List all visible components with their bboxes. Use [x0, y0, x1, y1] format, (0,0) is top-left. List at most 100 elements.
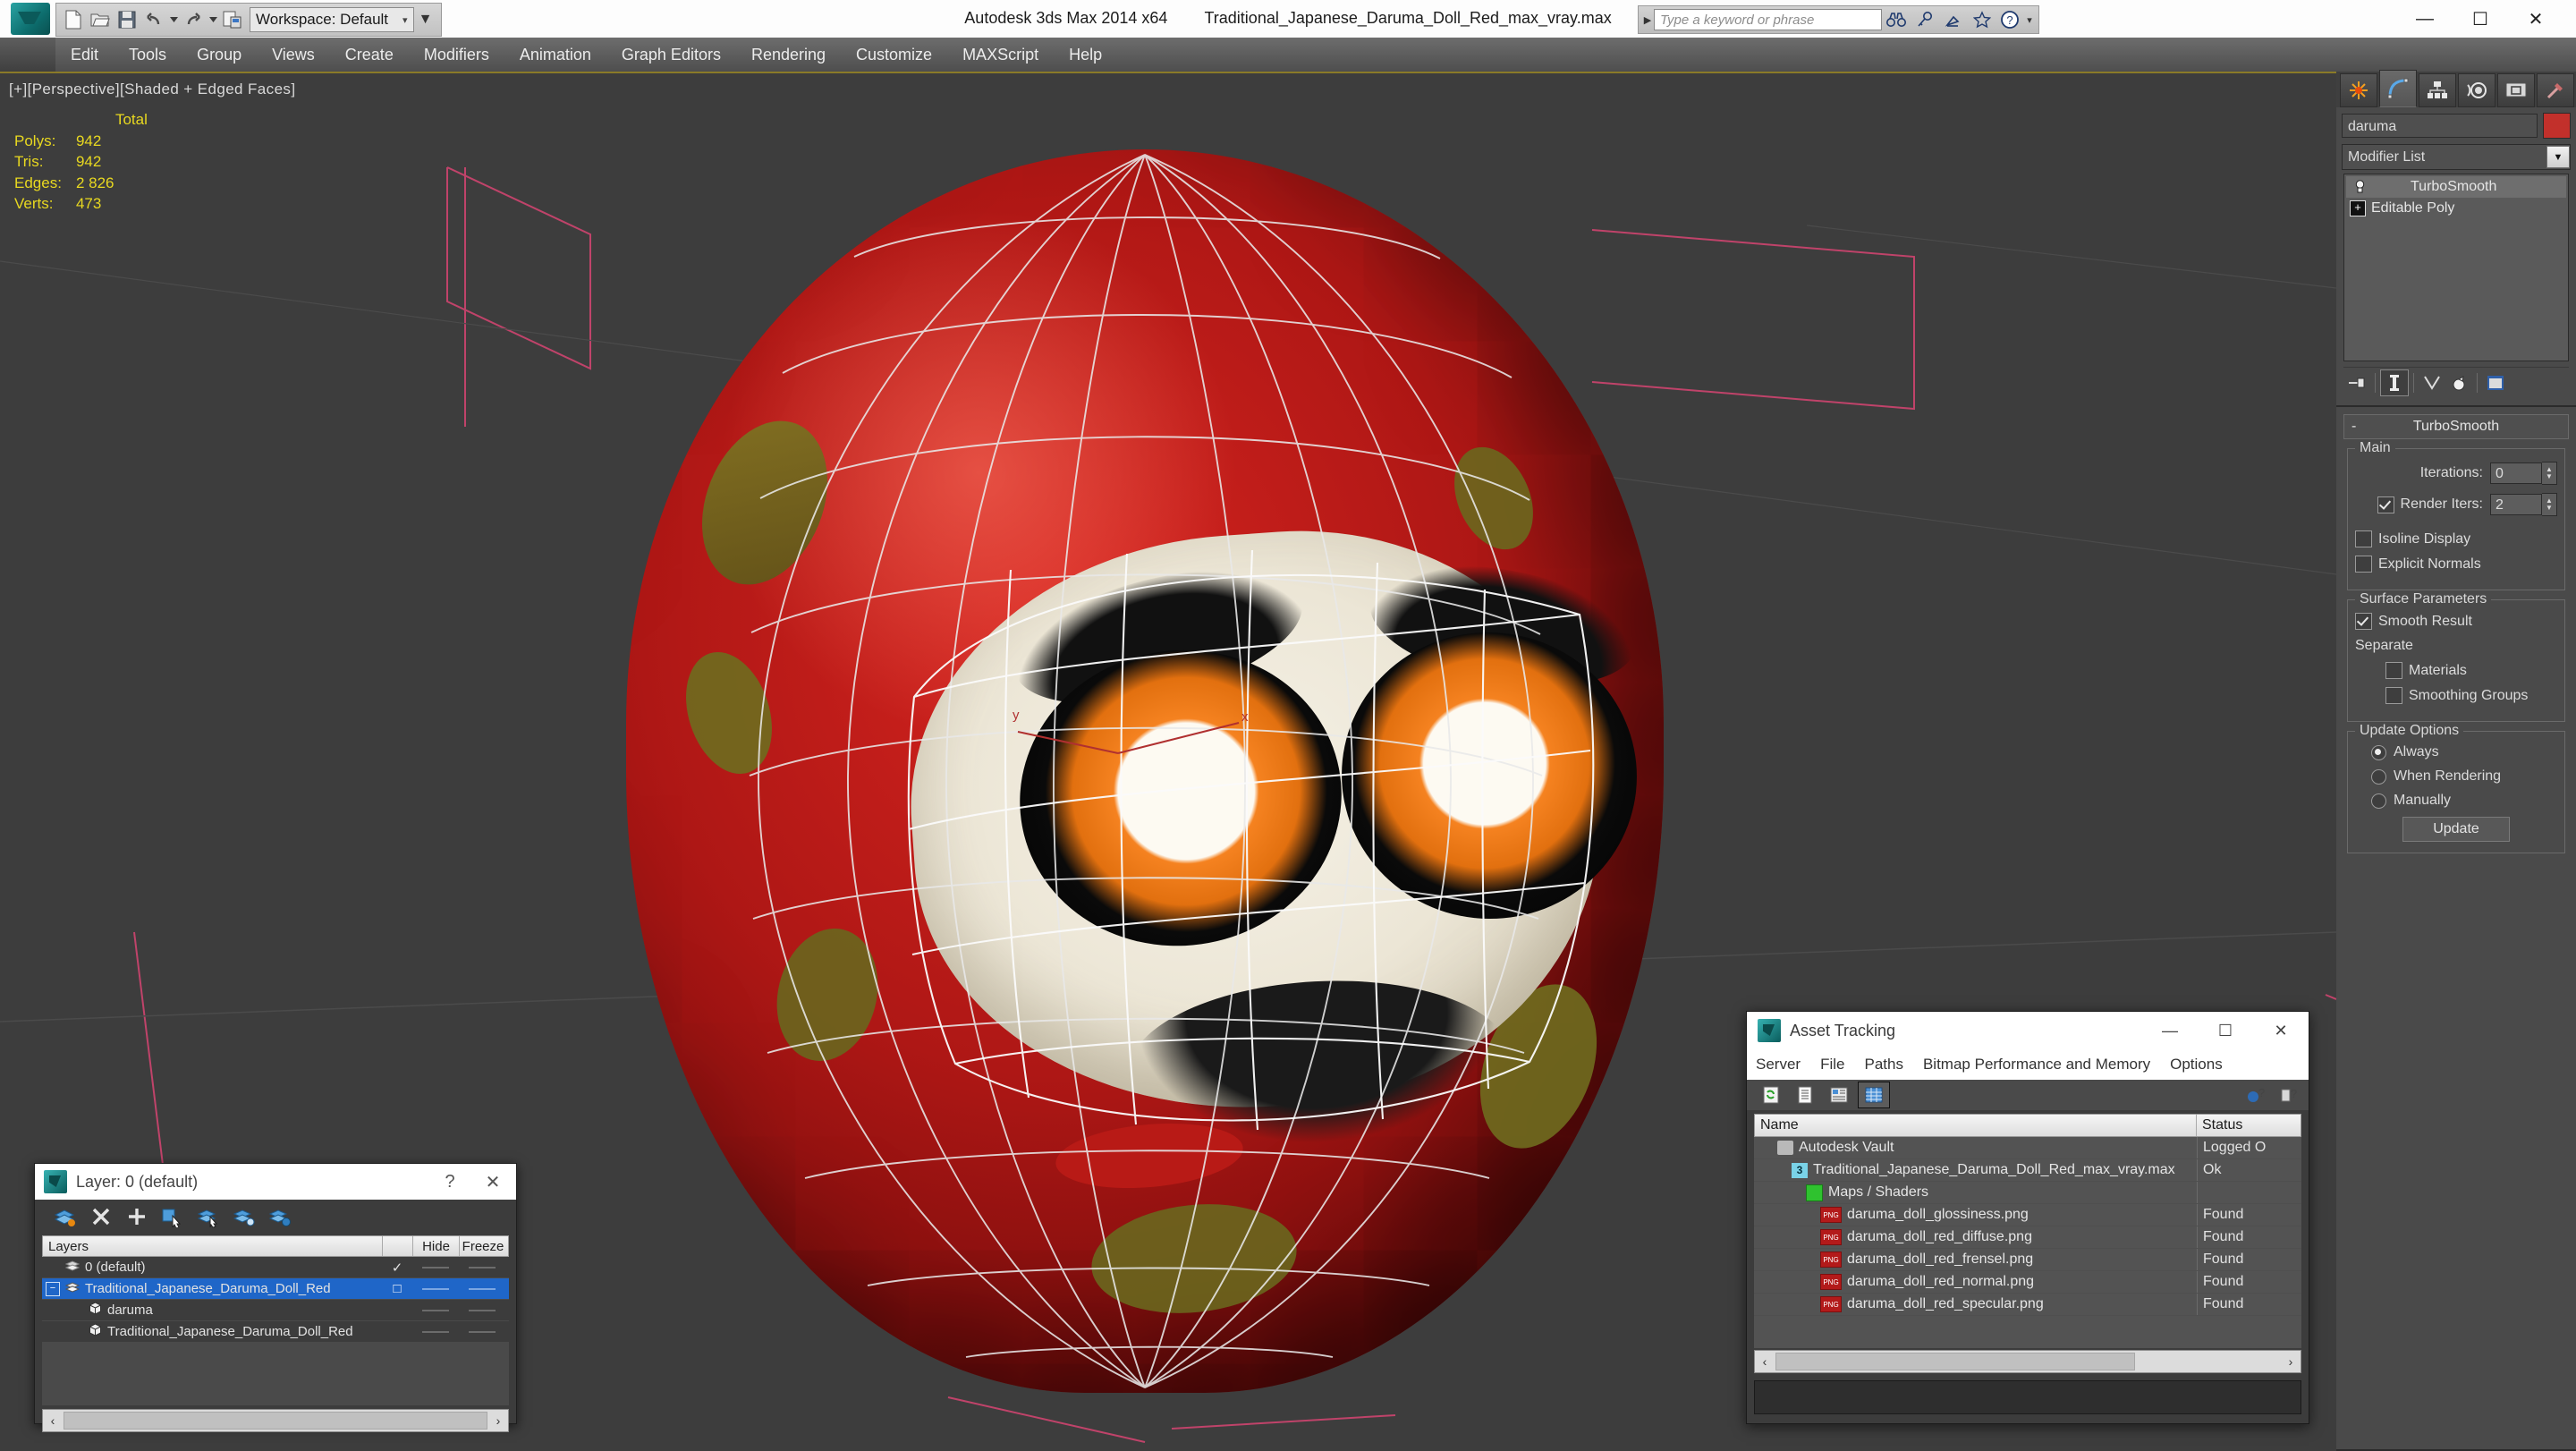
- menu-item-graph-editors[interactable]: Graph Editors: [606, 38, 736, 72]
- menu-item-group[interactable]: Group: [182, 38, 257, 72]
- menu-item-rendering[interactable]: Rendering: [736, 38, 841, 72]
- asset-maximize-button[interactable]: ☐: [2198, 1012, 2253, 1049]
- menu-item-animation[interactable]: Animation: [504, 38, 606, 72]
- grid-view-icon[interactable]: [1858, 1082, 1890, 1108]
- asset-horizontal-scrollbar[interactable]: ‹ ›: [1754, 1350, 2301, 1373]
- modifier-stack-item-turbosmooth[interactable]: TurboSmooth: [2346, 176, 2566, 198]
- smoothing-groups-row[interactable]: Smoothing Groups: [2385, 687, 2557, 704]
- layer-grid[interactable]: Layers Hide Freeze 0 (default) ✓ —— —— −…: [42, 1235, 509, 1405]
- menu-item-edit[interactable]: Edit: [55, 38, 114, 72]
- make-unique-icon[interactable]: [2419, 370, 2445, 395]
- asset-row-specular[interactable]: PNG daruma_doll_red_specular.png Found: [1754, 1294, 2301, 1316]
- help-circle-icon[interactable]: ?: [1996, 7, 2023, 32]
- create-tab[interactable]: [2340, 73, 2377, 107]
- update-option-when-rendering[interactable]: When Rendering: [2371, 768, 2557, 785]
- render-iters-spin-buttons[interactable]: ▲ ▼: [2542, 493, 2557, 516]
- asset-menu-options[interactable]: Options: [2170, 1056, 2223, 1073]
- layer-settings-icon[interactable]: [262, 1202, 298, 1231]
- iterations-spin-buttons[interactable]: ▲ ▼: [2542, 462, 2557, 485]
- show-end-result-icon[interactable]: [2380, 369, 2409, 396]
- menu-item-tools[interactable]: Tools: [114, 38, 182, 72]
- menu-item-customize[interactable]: Customize: [841, 38, 947, 72]
- smooth-result-row[interactable]: Smooth Result: [2355, 613, 2557, 630]
- when-rendering-radio[interactable]: [2371, 768, 2386, 785]
- hierarchy-tab[interactable]: [2419, 73, 2456, 107]
- menu-item-maxscript[interactable]: MAXScript: [947, 38, 1054, 72]
- detail-view-icon[interactable]: [1824, 1082, 1854, 1107]
- layer-close-button[interactable]: ✕: [470, 1171, 516, 1193]
- layer-current-default[interactable]: ✓: [382, 1260, 412, 1276]
- smoothing-groups-checkbox[interactable]: [2385, 687, 2402, 704]
- materials-row[interactable]: Materials: [2385, 662, 2557, 679]
- list-view-icon[interactable]: [1790, 1082, 1820, 1107]
- object-freeze-traditional[interactable]: ——: [459, 1324, 505, 1339]
- asset-tracking-dialog[interactable]: Asset Tracking — ☐ ✕ Server File Paths B…: [1746, 1011, 2309, 1424]
- chevron-down-icon[interactable]: ▼: [2546, 146, 2570, 168]
- search-input[interactable]: Type a keyword or phrase: [1654, 9, 1882, 30]
- motion-tab[interactable]: [2458, 73, 2496, 107]
- modifier-list-dropdown[interactable]: Modifier List ▼: [2342, 144, 2571, 170]
- asset-scroll-left-icon[interactable]: ‹: [1755, 1354, 1775, 1369]
- utilities-tab[interactable]: [2537, 73, 2574, 107]
- turbosmooth-rollout-header[interactable]: - TurboSmooth: [2343, 414, 2569, 439]
- modify-tab[interactable]: [2379, 70, 2417, 107]
- asset-menu-file[interactable]: File: [1820, 1056, 1844, 1073]
- asset-grid[interactable]: Name Status Autodesk Vault Logged O 3 Tr…: [1754, 1114, 2301, 1348]
- update-option-manually[interactable]: Manually: [2371, 793, 2557, 809]
- iterations-value[interactable]: 0: [2490, 462, 2542, 484]
- rollout-collapse-icon[interactable]: -: [2351, 419, 2356, 435]
- lightbulb-icon[interactable]: [2350, 180, 2369, 194]
- scroll-thumb[interactable]: [64, 1412, 487, 1430]
- add-layer-icon[interactable]: [119, 1202, 155, 1231]
- object-hide-daruma[interactable]: ——: [412, 1303, 459, 1318]
- layer-freeze-default[interactable]: ——: [459, 1260, 505, 1275]
- select-highlighted-objects-icon[interactable]: [191, 1202, 226, 1231]
- satellite-icon[interactable]: [1939, 7, 1968, 32]
- layer-row-object-traditional[interactable]: Traditional_Japanese_Daruma_Doll_Red —— …: [42, 1321, 509, 1343]
- search-expand-icon[interactable]: ▶: [1641, 14, 1654, 26]
- render-iters-checkbox[interactable]: [2377, 496, 2394, 513]
- isoline-row[interactable]: Isoline Display: [2355, 530, 2557, 547]
- pin-stack-icon[interactable]: [2343, 370, 2370, 395]
- help-dropdown-icon[interactable]: ▾: [2023, 14, 2036, 26]
- asset-row-diffuse[interactable]: PNG daruma_doll_red_diffuse.png Found: [1754, 1226, 2301, 1249]
- asset-grid-empty-area[interactable]: [1754, 1316, 2301, 1348]
- asset-menu-server[interactable]: Server: [1756, 1056, 1801, 1073]
- menu-item-help[interactable]: Help: [1054, 38, 1117, 72]
- scroll-right-icon[interactable]: ›: [488, 1413, 508, 1428]
- materials-checkbox[interactable]: [2385, 662, 2402, 679]
- render-iters-spinner[interactable]: 2 ▲ ▼: [2490, 493, 2557, 516]
- maximize-button[interactable]: ☐: [2453, 0, 2508, 38]
- update-option-always[interactable]: Always: [2371, 744, 2557, 760]
- asset-scroll-thumb[interactable]: [1775, 1353, 2135, 1370]
- menu-item-create[interactable]: Create: [330, 38, 409, 72]
- menu-item-modifiers[interactable]: Modifiers: [409, 38, 504, 72]
- layer-horizontal-scrollbar[interactable]: ‹ ›: [42, 1409, 509, 1432]
- iterations-spinner[interactable]: 0 ▲ ▼: [2490, 462, 2557, 485]
- object-freeze-daruma[interactable]: ——: [459, 1303, 505, 1318]
- remove-modifier-icon[interactable]: [2445, 370, 2472, 395]
- smooth-result-checkbox[interactable]: [2355, 613, 2372, 630]
- viewport-label[interactable]: [+][Perspective][Shaded + Edged Faces]: [9, 81, 295, 98]
- layer-row-daruma-layer[interactable]: − Traditional_Japanese_Daruma_Doll_Red □…: [42, 1278, 509, 1300]
- expand-plus-icon[interactable]: +: [2350, 200, 2366, 216]
- add-help-icon[interactable]: ?: [2241, 1082, 2271, 1107]
- layer-help-button[interactable]: ?: [430, 1172, 470, 1192]
- layer-current-daruma[interactable]: □: [382, 1281, 412, 1296]
- asset-row-maps-shaders[interactable]: Maps / Shaders: [1754, 1182, 2301, 1204]
- layer-hide-default[interactable]: ——: [412, 1260, 459, 1275]
- collapse-minus-icon[interactable]: −: [46, 1281, 60, 1296]
- asset-menu-paths[interactable]: Paths: [1864, 1056, 1902, 1073]
- layer-hide-daruma[interactable]: ——: [412, 1281, 459, 1296]
- daruma-doll-model[interactable]: [626, 149, 1664, 1393]
- update-button[interactable]: Update: [2402, 817, 2510, 842]
- modifier-stack-item-editable-poly[interactable]: + Editable Poly: [2346, 198, 2566, 219]
- display-tab[interactable]: [2497, 73, 2535, 107]
- configure-modifier-sets-icon[interactable]: [2482, 370, 2509, 395]
- layer-row-object-daruma[interactable]: daruma —— ——: [42, 1300, 509, 1321]
- delete-layer-icon[interactable]: [83, 1202, 119, 1231]
- isoline-display-checkbox[interactable]: [2355, 530, 2372, 547]
- asset-menu-bitmap-performance[interactable]: Bitmap Performance and Memory: [1923, 1056, 2150, 1073]
- object-hide-traditional[interactable]: ——: [412, 1324, 459, 1339]
- asset-row-vault[interactable]: Autodesk Vault Logged O: [1754, 1137, 2301, 1159]
